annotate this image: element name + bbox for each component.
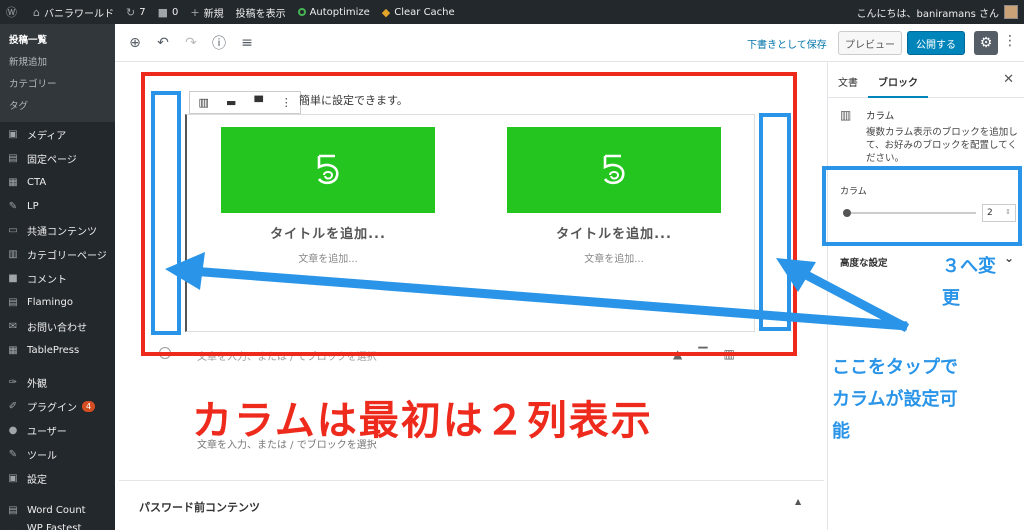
arrow-left-head	[165, 252, 205, 290]
annotation-line: ここをタップで	[832, 357, 958, 378]
annotation-line: 更	[942, 288, 960, 309]
annotation-line: ３へ変	[942, 256, 996, 277]
annotation-line: 能	[832, 421, 850, 442]
annotation-line: カラムが設定可	[832, 389, 958, 410]
annotation-arrows	[165, 252, 910, 332]
annotation-tap-here: ここをタップで カラムが設定可 能	[832, 352, 958, 448]
annotation-change-to-3: ３へ変 更	[942, 251, 996, 315]
screen: Ⓦ ⌂ バニラワールド ↻ 7 ■ 0 + 新規 投稿を表示 Autoptimize ◆…	[0, 0, 1024, 530]
annotation-main-caption: カラムは最初は２列表示	[192, 398, 653, 444]
